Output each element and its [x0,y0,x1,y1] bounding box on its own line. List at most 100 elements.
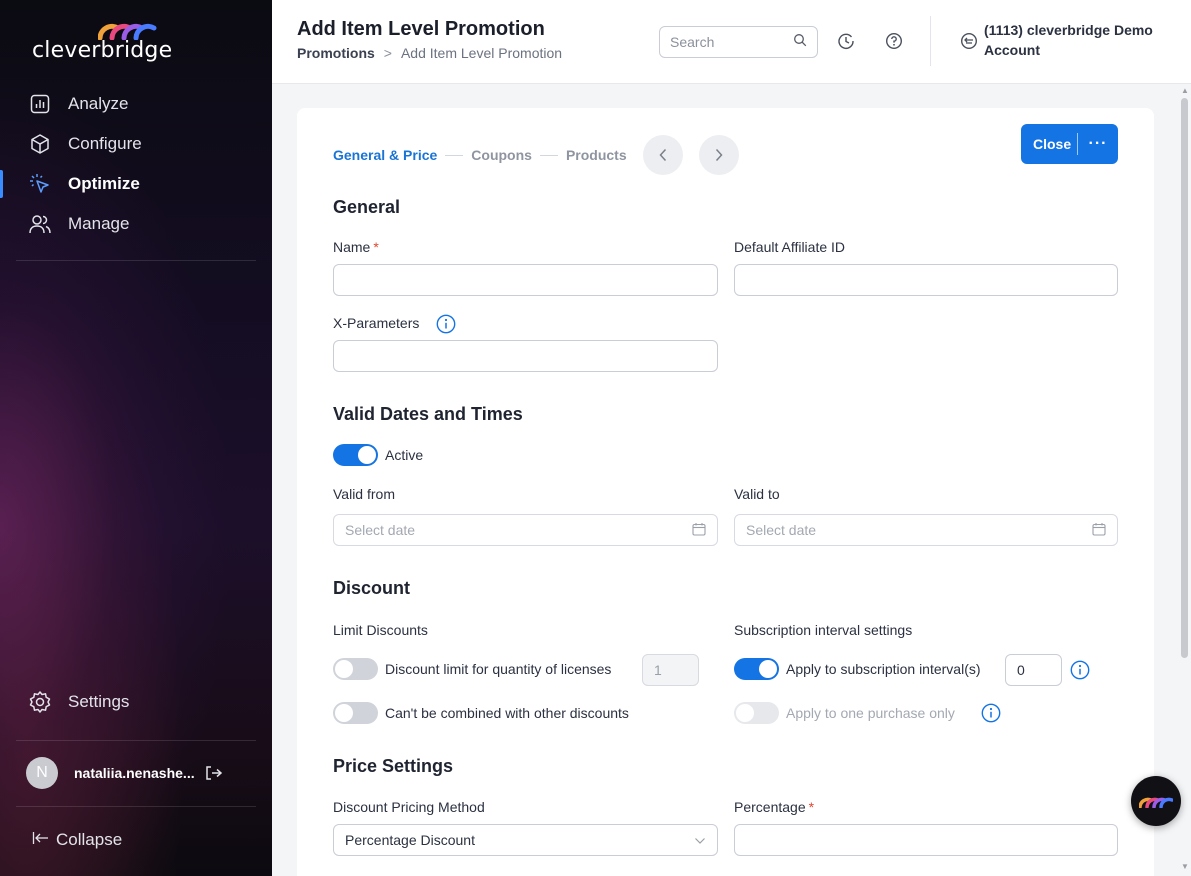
cleverbridge-logo[interactable]: cleverbridge [32,22,172,66]
account-name: (1113) cleverbridge Demo Account [984,22,1153,58]
active-toggle[interactable] [333,444,378,466]
collapse-button[interactable]: Collapse [32,830,122,850]
toggle-knob [759,660,777,678]
search-box [659,26,818,58]
toggle-knob [736,704,754,722]
required-asterisk: * [808,799,815,815]
sidebar-item-configure[interactable]: Configure [0,124,272,164]
previous-step-button[interactable] [642,135,683,175]
pricing-method-label: Discount Pricing Method [333,799,485,815]
search-icon[interactable] [793,33,807,52]
nav-divider [16,260,256,261]
calendar-icon [1092,522,1106,539]
xparams-field[interactable] [333,340,718,372]
percentage-field[interactable] [734,824,1118,856]
sidebar-item-label: Analyze [68,94,129,113]
step-general-price[interactable]: General & Price [333,147,437,163]
step-connector [539,154,558,156]
header-divider [930,16,931,66]
name-field[interactable] [333,264,718,296]
name-label: Name * [333,239,379,255]
limit-discounts-label: Limit Discounts [333,622,428,638]
gear-icon [28,690,52,714]
user-profile[interactable]: N nataliia.nenashe... [26,757,256,789]
section-general-title: General [333,197,401,217]
next-step-button[interactable] [698,135,739,175]
scroll-up-arrow-icon[interactable]: ▲ [1181,86,1189,95]
pricing-method-select[interactable]: Percentage Discount [333,824,718,856]
more-options-button[interactable]: ··· [1078,135,1118,153]
one-purchase-toggle[interactable] [734,702,779,724]
subscription-interval-field[interactable] [1005,654,1062,686]
valid-to-date-picker[interactable]: Select date [734,514,1118,546]
user-divider [16,740,256,741]
avatar[interactable]: N [26,757,58,789]
subscription-settings-label: Subscription interval settings [734,622,913,638]
user-divider [16,806,256,807]
chevron-left-icon [659,148,666,162]
collapse-label: Collapse [56,830,123,849]
help-icon[interactable] [884,31,904,51]
pricing-method-value: Percentage Discount [345,832,475,848]
assistant-floating-button[interactable] [1131,776,1181,826]
valid-to-label: Valid to [734,486,780,502]
collapse-icon [32,831,50,849]
not-combined-toggle[interactable] [333,702,378,724]
section-discount-title: Discount [333,578,411,598]
sidebar-item-analyze[interactable]: Analyze [0,84,272,124]
one-purchase-label: Apply to one purchase only [786,705,955,721]
info-icon[interactable] [1070,660,1090,680]
not-combined-label: Can't be combined with other discounts [385,705,629,721]
section-price-title: Price Settings [333,756,454,776]
sidebar-item-settings[interactable]: Settings [0,682,272,722]
info-icon[interactable] [981,703,1001,723]
username[interactable]: nataliia.nenashe... [74,765,198,781]
required-asterisk: * [373,239,379,255]
xparams-label: X-Parameters [333,315,420,331]
license-quantity-field [642,654,699,686]
active-label: Active [385,447,424,463]
sidebar-item-label: Manage [68,214,130,233]
sidebar-item-label: Settings [68,692,130,711]
history-icon[interactable] [836,31,856,51]
toggle-knob [335,704,353,722]
sidebar-item-label: Configure [68,134,142,153]
discount-limit-label: Discount limit for quantity of licenses [385,661,612,677]
close-split-button: Close ··· [1021,124,1118,164]
sidebar-item-optimize[interactable]: Optimize [0,164,272,204]
account-switcher[interactable]: (1113) cleverbridge Demo Account [960,20,1159,60]
sidebar-item-manage[interactable]: Manage [0,204,272,244]
affiliate-id-field[interactable] [734,264,1118,296]
step-coupons[interactable]: Coupons [471,147,532,163]
logo-arcs-icon [1139,797,1173,808]
cube-icon [28,132,52,156]
scrollbar-thumb[interactable] [1181,98,1188,658]
promotion-form-card: General & Price Coupons Products Close ·… [297,108,1154,876]
apply-interval-toggle[interactable] [734,658,779,680]
search-input[interactable] [670,34,780,50]
discount-limit-toggle[interactable] [333,658,378,680]
section-dates-title: Valid Dates and Times [333,404,523,424]
info-icon[interactable] [436,314,456,334]
logout-icon[interactable] [204,763,224,783]
breadcrumb-promotions-link[interactable]: Promotions [297,45,375,61]
chevron-down-icon [694,832,706,848]
toggle-knob [358,446,376,464]
breadcrumb: Promotions > Add Item Level Promotion [297,45,562,61]
logo-text: cleverbridge [32,38,173,63]
close-button[interactable]: Close [1021,136,1077,152]
breadcrumb-separator: > [383,45,392,61]
sidebar-item-label: Optimize [68,174,140,193]
form-stepper: General & Price Coupons Products [333,135,739,175]
scroll-down-arrow-icon[interactable]: ▼ [1181,862,1189,871]
breadcrumb-current: Add Item Level Promotion [400,45,563,61]
analyze-icon [28,92,52,116]
valid-to-placeholder: Select date [746,522,817,538]
sidebar-nav: Analyze Configure Optimize Manage [0,84,272,244]
valid-from-date-picker[interactable]: Select date [333,514,718,546]
sidebar: cleverbridge Analyze Configure Optimize … [0,0,272,876]
chevron-right-icon [715,148,723,162]
step-products[interactable]: Products [566,147,627,163]
users-icon [28,212,52,236]
valid-from-label: Valid from [333,486,395,502]
